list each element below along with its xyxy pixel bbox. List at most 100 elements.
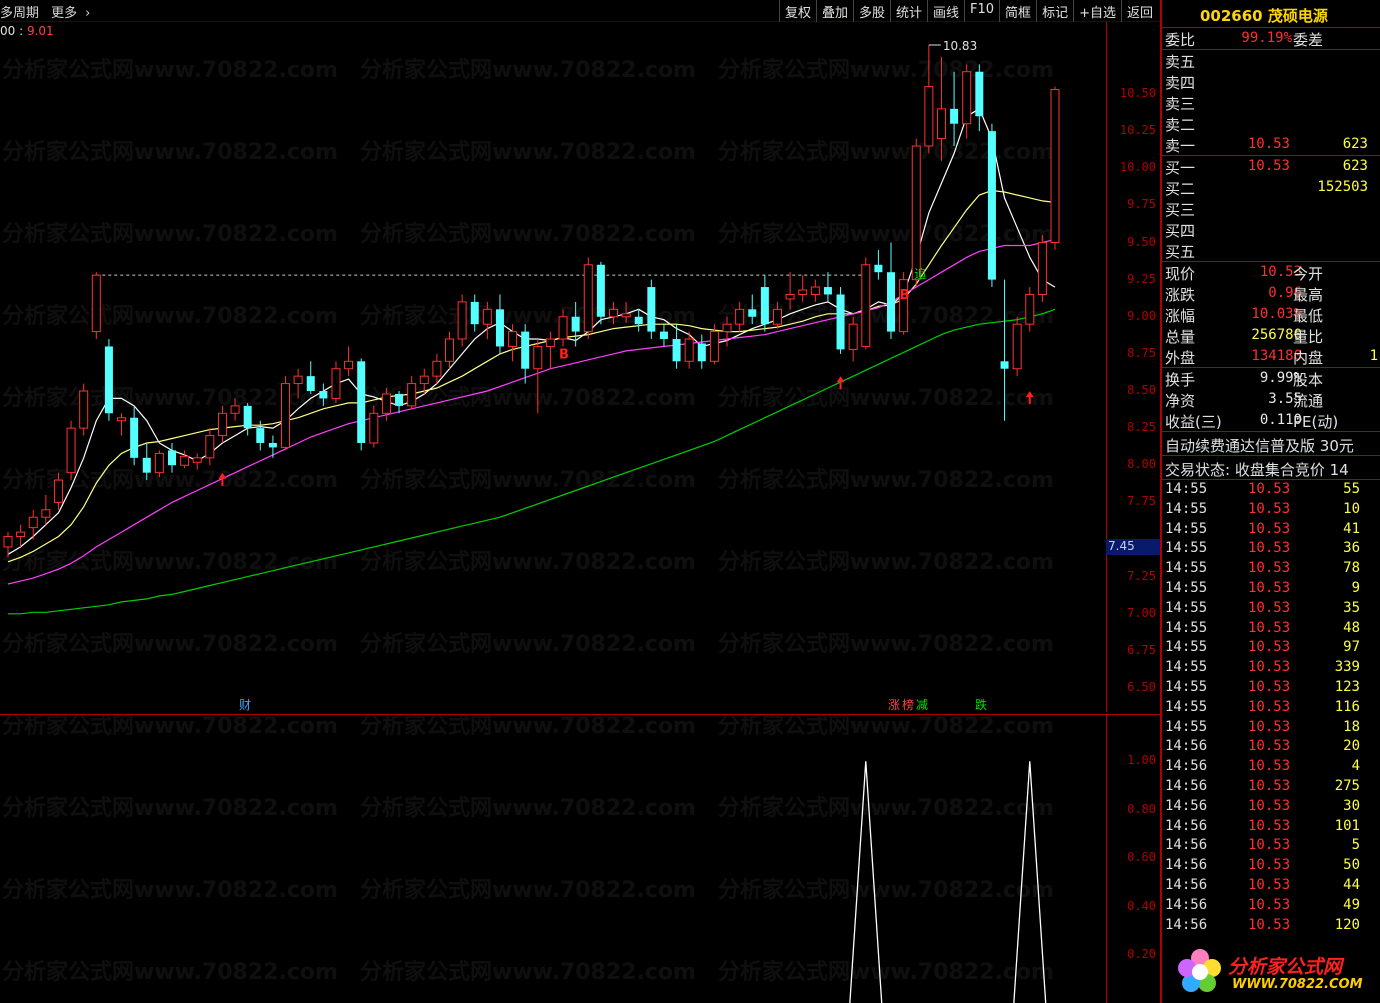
news-line[interactable]: 自动续费通达信普及版 30元 bbox=[1162, 431, 1380, 455]
candle-body bbox=[319, 391, 328, 399]
buy-row[interactable]: 买三 bbox=[1162, 198, 1380, 219]
indicator-spike-1 bbox=[1013, 761, 1047, 1003]
candle-body bbox=[217, 412, 227, 437]
tick-price: 10.53 bbox=[1248, 579, 1291, 596]
candle bbox=[79, 383, 89, 436]
buy-row[interactable]: 买一 10.53 623 bbox=[1162, 156, 1380, 177]
candlestick-chart[interactable]: 10.83BB追财涨榜减跌 bbox=[0, 22, 1106, 712]
candle-body bbox=[306, 376, 315, 391]
buy-signal-label: B bbox=[559, 347, 569, 362]
tick-time: 14:56 bbox=[1165, 876, 1208, 893]
event-marker-bang[interactable]: 榜 bbox=[902, 697, 914, 712]
stat-label-2: PE(动) bbox=[1293, 413, 1339, 431]
candle-body bbox=[407, 383, 417, 407]
toolbar-button-2[interactable]: 多股 bbox=[852, 0, 890, 22]
tick-time: 14:56 bbox=[1165, 916, 1208, 933]
tick-row: 14:55 10.53 41 bbox=[1162, 520, 1380, 540]
toolbar-button-5[interactable]: F10 bbox=[964, 0, 999, 22]
tick-row: 14:56 10.53 4 bbox=[1162, 757, 1380, 777]
tick-time: 14:55 bbox=[1165, 520, 1208, 537]
event-marker-fin[interactable]: 财 bbox=[239, 698, 251, 712]
sell-row[interactable]: 卖四 bbox=[1162, 71, 1380, 92]
trade-status: 交易状态: 收盘集合竞价 14 bbox=[1162, 455, 1380, 479]
price-tick: 8.50 bbox=[1127, 383, 1156, 397]
price-tick: 7.75 bbox=[1127, 494, 1156, 509]
candle bbox=[306, 361, 315, 394]
candle-body bbox=[521, 331, 530, 369]
stock-name: 茂硕电源 bbox=[1267, 7, 1328, 25]
toolbar-button-4[interactable]: 画线 bbox=[927, 0, 964, 22]
sell-label: 卖五 bbox=[1165, 53, 1196, 71]
buy-label: 买四 bbox=[1165, 222, 1196, 240]
candle-body bbox=[495, 309, 504, 347]
buy-row[interactable]: 买五 bbox=[1162, 240, 1380, 261]
stock-header[interactable]: 002660 茂硕电源 bbox=[1162, 0, 1380, 28]
sell-row[interactable]: 卖五 bbox=[1162, 50, 1380, 71]
tick-time: 14:55 bbox=[1165, 599, 1208, 616]
tick-row: 14:55 10.53 78 bbox=[1162, 559, 1380, 579]
candle bbox=[104, 339, 113, 421]
candle-body bbox=[975, 71, 984, 117]
event-marker-zhang[interactable]: 涨 bbox=[888, 697, 900, 712]
more-button[interactable]: 更多 › bbox=[51, 6, 98, 21]
tick-time: 14:56 bbox=[1165, 797, 1208, 814]
weibi-label: 委比 bbox=[1165, 31, 1196, 49]
toolbar-button-7[interactable]: 标记 bbox=[1036, 0, 1073, 22]
candle-body bbox=[545, 338, 555, 347]
event-marker-die[interactable]: 跌 bbox=[975, 697, 987, 712]
candle-body bbox=[848, 323, 858, 350]
tick-row: 14:56 10.53 44 bbox=[1162, 876, 1380, 896]
tick-row: 14:56 10.53 275 bbox=[1162, 777, 1380, 797]
candle-body bbox=[167, 450, 176, 466]
candle-body bbox=[1025, 293, 1035, 325]
tick-row: 14:55 10.53 97 bbox=[1162, 638, 1380, 658]
toolbar-button-6[interactable]: 简框 bbox=[999, 0, 1036, 22]
tick-volume: 49 bbox=[1343, 896, 1360, 913]
candle bbox=[748, 294, 757, 325]
candle bbox=[66, 420, 76, 481]
buy-row[interactable]: 买二 152503 bbox=[1162, 177, 1380, 198]
candle bbox=[659, 324, 668, 347]
candle bbox=[861, 257, 871, 350]
candle-body bbox=[192, 457, 202, 463]
candle bbox=[344, 346, 354, 377]
candle-body bbox=[810, 286, 820, 295]
toolbar-button-9[interactable]: 返回 bbox=[1120, 0, 1158, 22]
candle bbox=[167, 442, 176, 473]
candle-body bbox=[104, 346, 113, 414]
multi-period-button[interactable]: 多周期 bbox=[0, 6, 39, 21]
sell-row[interactable]: 卖三 bbox=[1162, 92, 1380, 113]
tick-price: 10.53 bbox=[1248, 876, 1291, 893]
candle bbox=[1025, 287, 1035, 332]
stat-label: 现价 bbox=[1165, 265, 1196, 283]
tick-price: 10.53 bbox=[1248, 758, 1291, 775]
candle bbox=[760, 275, 769, 332]
toolbar-button-1[interactable]: 叠加 bbox=[815, 0, 853, 22]
tick-price: 10.53 bbox=[1248, 560, 1291, 577]
tick-time: 14:56 bbox=[1165, 738, 1208, 755]
stat-row: 收益(三) 0.110 PE(动) bbox=[1162, 410, 1380, 431]
stat-label: 换手 bbox=[1165, 371, 1196, 389]
buy-row[interactable]: 买四 bbox=[1162, 219, 1380, 240]
tick-list[interactable]: 14:55 10.53 55 14:55 10.53 10 14:55 10.53 41 14:5… bbox=[1162, 479, 1380, 935]
sell-row[interactable]: 卖一 10.53 623 bbox=[1162, 134, 1380, 155]
quote-stats-fundamental: 换手 9.99% 股本 净资 3.55 流通 收益(三) 0.110 PE(动) bbox=[1162, 367, 1380, 431]
candle-body bbox=[722, 323, 732, 333]
stat-label-2: 今开 bbox=[1293, 265, 1324, 283]
toolbar-button-8[interactable]: +自选 bbox=[1073, 0, 1121, 22]
candle bbox=[533, 339, 543, 414]
sell-row[interactable]: 卖二 bbox=[1162, 113, 1380, 134]
toolbar-button-0[interactable]: 复权 bbox=[778, 0, 816, 22]
tick-row: 14:55 10.53 18 bbox=[1162, 718, 1380, 738]
tick-price: 10.53 bbox=[1248, 599, 1291, 616]
candle bbox=[331, 361, 341, 403]
event-marker-jian[interactable]: 减 bbox=[916, 698, 928, 712]
toolbar-button-3[interactable]: 统计 bbox=[889, 0, 927, 22]
tick-time: 14:56 bbox=[1165, 857, 1208, 874]
sub-indicator-chart[interactable] bbox=[0, 714, 1106, 1003]
tick-volume: 36 bbox=[1343, 540, 1360, 557]
candle-body bbox=[16, 531, 26, 538]
tick-price: 10.53 bbox=[1248, 797, 1291, 814]
tick-volume: 123 bbox=[1334, 678, 1360, 695]
candle bbox=[41, 494, 51, 525]
